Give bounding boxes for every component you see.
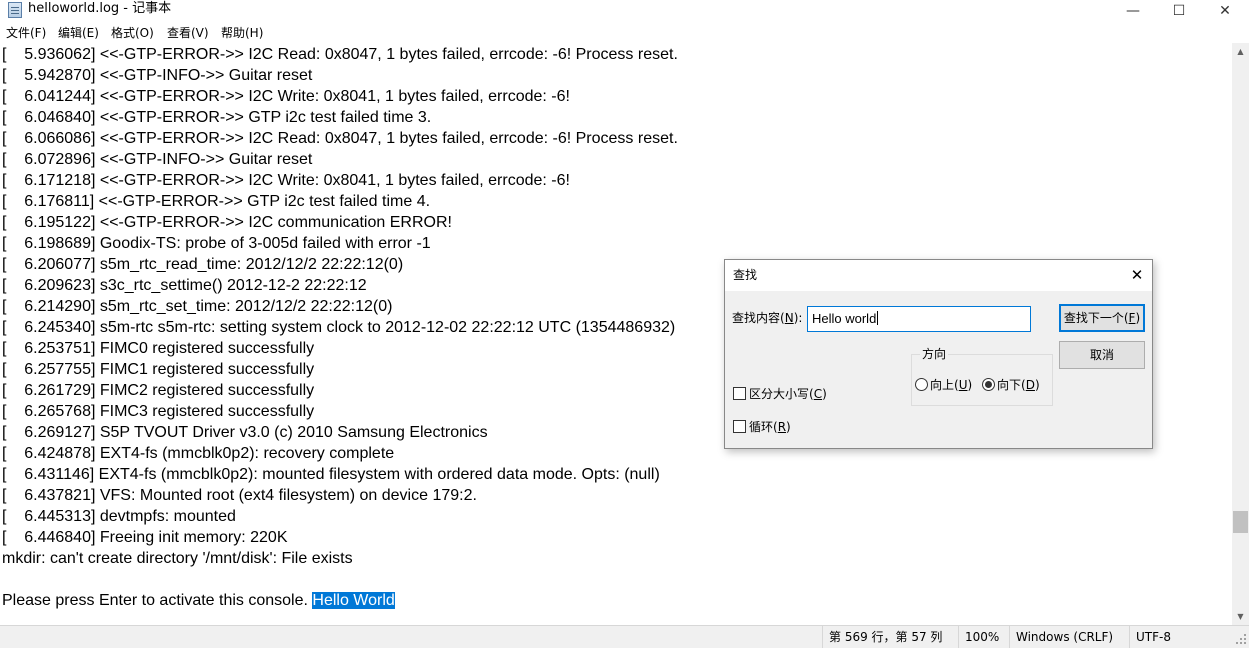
find-what-text: 查找内容	[732, 311, 781, 325]
dialog-title-bar[interactable]: 查找 ✕	[725, 260, 1152, 291]
maximize-button[interactable]: ☐	[1156, 0, 1202, 22]
direction-up-text: 向上	[930, 378, 955, 392]
dialog-title: 查找	[733, 268, 758, 282]
notepad-icon	[8, 2, 22, 18]
wrap-around-label[interactable]: 循环(R)	[749, 419, 791, 435]
cursor-position: 第 569 行，第 57 列	[822, 626, 956, 648]
text-line: [ 6.214290] s5m_rtc_set_time: 2012/12/2 …	[2, 298, 393, 315]
text-line: [ 6.195122] <<-GTP-ERROR->> I2C communic…	[2, 214, 452, 231]
text-line	[2, 569, 678, 590]
last-line: Please press Enter to activate this cons…	[2, 590, 678, 611]
text-line: mkdir: can't create directory '/mnt/disk…	[2, 550, 353, 567]
direction-label: 方向	[920, 346, 949, 362]
match-case-hotkey: C	[813, 387, 823, 401]
direction-up-radio[interactable]	[915, 378, 928, 391]
zoom-level: 100%	[958, 626, 1008, 648]
text-line: [ 6.066086] <<-GTP-ERROR->> I2C Read: 0x…	[2, 130, 678, 147]
vertical-scrollbar[interactable]: ▲ ▼	[1232, 43, 1249, 625]
direction-down-radio[interactable]	[982, 378, 995, 391]
find-next-hotkey: F	[1128, 311, 1136, 325]
menu-help[interactable]: 帮助(H)	[221, 24, 263, 42]
title-bar[interactable]: helloworld.log - 记事本 — ☐ ✕	[0, 0, 1249, 22]
text-line: [ 6.431146] EXT4-fs (mmcblk0p2): mounted…	[2, 466, 660, 483]
text-line: [ 5.942870] <<-GTP-INFO->> Guitar reset	[2, 67, 313, 84]
text-line: [ 6.041244] <<-GTP-ERROR->> I2C Write: 0…	[2, 88, 570, 105]
direction-group: 方向 向上(U) 向下(D)	[911, 346, 1053, 406]
editor-content: [ 5.936062] <<-GTP-ERROR->> I2C Read: 0x…	[2, 44, 678, 611]
direction-up-hotkey: U	[958, 378, 968, 392]
find-what-label: 查找内容(N):	[732, 311, 803, 325]
status-bar: 第 569 行，第 57 列 100% Windows (CRLF) UTF-8	[0, 625, 1249, 648]
direction-down-hotkey: D	[1025, 378, 1035, 392]
direction-down-text: 向下	[997, 378, 1022, 392]
text-line: [ 6.261729] FIMC2 registered successfull…	[2, 382, 315, 399]
selected-text: Hello World	[312, 592, 395, 609]
line-ending: Windows (CRLF)	[1009, 626, 1127, 648]
last-line-prefix: Please press Enter to activate this cons…	[2, 592, 313, 609]
text-line: [ 6.206077] s5m_rtc_read_time: 2012/12/2…	[2, 256, 404, 273]
window-title: helloworld.log - 记事本	[28, 1, 172, 16]
menu-format[interactable]: 格式(O)	[111, 24, 154, 42]
text-line: [ 6.209623] s3c_rtc_settime() 2012-12-2 …	[2, 277, 367, 294]
text-line: [ 6.446840] Freeing init memory: 220K	[2, 529, 288, 546]
wrap-around-hotkey: R	[777, 420, 787, 434]
cancel-button[interactable]: 取消	[1059, 341, 1145, 369]
text-line: [ 6.245340] s5m-rtc s5m-rtc: setting sys…	[2, 319, 676, 336]
direction-up-label[interactable]: 向上(U)	[930, 377, 972, 393]
menu-bar: 文件(F) 编辑(E) 格式(O) 查看(V) 帮助(H)	[0, 24, 1249, 42]
text-line: [ 6.253751] FIMC0 registered successfull…	[2, 340, 315, 357]
find-next-button[interactable]: 查找下一个(F)	[1059, 304, 1145, 332]
resize-grip-icon[interactable]	[1236, 634, 1247, 645]
text-line: [ 6.437821] VFS: Mounted root (ext4 file…	[2, 487, 477, 504]
find-what-hotkey: N	[784, 311, 794, 325]
minimize-button[interactable]: —	[1110, 0, 1156, 22]
wrap-around-checkbox[interactable]	[733, 420, 746, 433]
find-dialog: 查找 ✕ 查找内容(N): Hello world 查找下一个(F) 取消 方向…	[724, 259, 1153, 449]
wrap-around-text: 循环	[749, 420, 774, 434]
close-button[interactable]: ✕	[1202, 0, 1248, 22]
match-case-text: 区分大小写	[749, 387, 810, 401]
menu-file[interactable]: 文件(F)	[6, 24, 46, 42]
text-caret	[877, 311, 879, 325]
text-line: [ 6.171218] <<-GTP-ERROR->> I2C Write: 0…	[2, 172, 570, 189]
scroll-up-icon[interactable]: ▲	[1232, 43, 1249, 60]
text-line: [ 6.072896] <<-GTP-INFO->> Guitar reset	[2, 151, 313, 168]
text-line: [ 6.257755] FIMC1 registered successfull…	[2, 361, 315, 378]
menu-view[interactable]: 查看(V)	[167, 24, 209, 42]
text-line: [ 6.046840] <<-GTP-ERROR->> GTP i2c test…	[2, 109, 432, 126]
text-line: [ 6.265768] FIMC3 registered successfull…	[2, 403, 315, 420]
find-input[interactable]: Hello world	[807, 306, 1031, 332]
direction-down-label[interactable]: 向下(D)	[997, 377, 1040, 393]
match-case-checkbox[interactable]	[733, 387, 746, 400]
encoding: UTF-8	[1129, 626, 1229, 648]
find-next-label: 查找下一个	[1063, 311, 1124, 325]
text-line: [ 6.176811] <<-GTP-ERROR->> GTP i2c test…	[2, 193, 431, 210]
text-line: [ 6.269127] S5P TVOUT Driver v3.0 (c) 20…	[2, 424, 488, 441]
find-input-value: Hello world	[812, 311, 877, 326]
match-case-label[interactable]: 区分大小写(C)	[749, 386, 827, 402]
menu-edit[interactable]: 编辑(E)	[58, 24, 99, 42]
dialog-close-button[interactable]: ✕	[1123, 264, 1151, 286]
text-line: [ 6.198689] Goodix-TS: probe of 3-005d f…	[2, 235, 431, 252]
text-line: [ 5.936062] <<-GTP-ERROR->> I2C Read: 0x…	[2, 46, 678, 63]
scroll-down-icon[interactable]: ▼	[1232, 608, 1249, 625]
scroll-thumb[interactable]	[1233, 511, 1248, 533]
text-line: [ 6.424878] EXT4-fs (mmcblk0p2): recover…	[2, 445, 395, 462]
text-line: [ 6.445313] devtmpfs: mounted	[2, 508, 236, 525]
